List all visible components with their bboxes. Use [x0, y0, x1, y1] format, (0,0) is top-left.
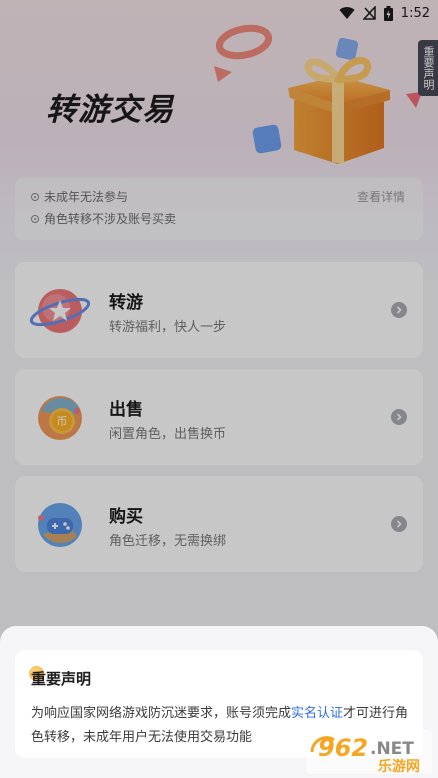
- sheet-title: 重要声明: [31, 670, 92, 688]
- watermark-suffix: .NET: [370, 739, 414, 759]
- watermark-number: 962: [318, 734, 368, 762]
- real-name-auth-link[interactable]: 实名认证: [291, 706, 343, 721]
- sheet-body-text: 为响应国家网络游戏防沉迷要求，账号须完成: [31, 706, 292, 721]
- watermark-site: 乐游网: [378, 758, 420, 774]
- watermark-logo: 962 .NET 乐游网: [306, 730, 432, 775]
